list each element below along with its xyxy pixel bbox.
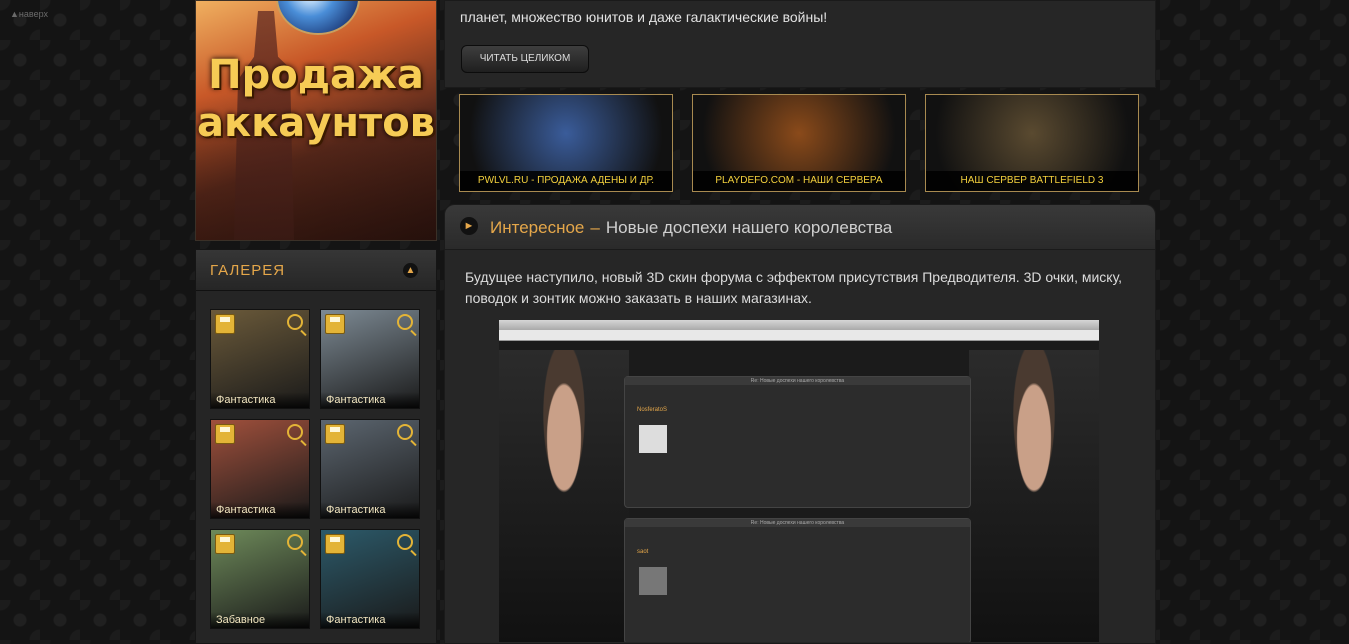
- news-category[interactable]: Интересное: [490, 218, 584, 237]
- screenshot-post-1-title: Re: Новые доспехи нашего королевства: [625, 377, 970, 385]
- read-more-button[interactable]: ЧИТАТЬ ЦЕЛИКОМ: [461, 45, 589, 73]
- screenshot-post-2: Re: Новые доспехи нашего королевства sao…: [624, 518, 971, 642]
- save-icon[interactable]: [325, 424, 345, 444]
- gallery-thumbnail[interactable]: Фантастика: [210, 309, 310, 409]
- save-icon[interactable]: [215, 314, 235, 334]
- zoom-icon[interactable]: [287, 534, 303, 550]
- gallery-header: ГАЛЕРЕЯ ▲: [196, 250, 436, 291]
- save-icon[interactable]: [325, 534, 345, 554]
- screenshot-post-2-nick: saot: [637, 549, 649, 555]
- screenshot-post-1: Re: Новые доспехи нашего королевства Nos…: [624, 376, 971, 508]
- partner-banner-caption: PWLVL.RU - ПРОДАЖА АДЕНЫ И ДР.: [460, 171, 672, 191]
- intro-text: планет, множество юнитов и даже галактич…: [460, 9, 828, 25]
- banner-title: Продажа аккаунтов: [196, 51, 436, 147]
- screenshot-face-right: [969, 350, 1099, 642]
- intro-news-block: планет, множество юнитов и даже галактич…: [444, 0, 1156, 88]
- news-title[interactable]: Интересное – Новые доспехи нашего королевс…: [490, 218, 892, 238]
- save-icon[interactable]: [215, 424, 235, 444]
- banner-orb-art: [276, 1, 360, 35]
- save-icon[interactable]: [215, 534, 235, 554]
- gallery-thumbnail-caption: Забавное: [211, 612, 309, 628]
- partner-banner-caption: PLAYDEFO.COM - НАШИ СЕРВЕРА LINEAGE2: [693, 171, 905, 191]
- screenshot-address-bar: [499, 330, 1099, 341]
- back-to-top-link[interactable]: ▲наверх: [10, 9, 48, 19]
- news-screenshot[interactable]: Re: Новые доспехи нашего королевства Nos…: [499, 320, 1099, 642]
- gallery-title: ГАЛЕРЕЯ: [210, 262, 286, 279]
- chevron-right-icon[interactable]: ►: [460, 217, 478, 235]
- partner-banner[interactable]: НАШ СЕРВЕР BATTLEFIELD 3: [925, 94, 1139, 192]
- gallery-thumbnail[interactable]: Фантастика: [320, 309, 420, 409]
- screenshot-post-1-nick: NosferatoS: [637, 407, 668, 413]
- chevron-up-icon[interactable]: ▲: [403, 263, 418, 278]
- gallery-thumbnail-caption: Фантастика: [321, 502, 419, 518]
- zoom-icon[interactable]: [397, 534, 413, 550]
- zoom-icon[interactable]: [287, 424, 303, 440]
- news-separator: –: [590, 218, 600, 237]
- gallery-thumbnail[interactable]: Фантастика: [320, 529, 420, 629]
- screenshot-post-1-avatar: [639, 425, 667, 453]
- gallery-thumbnail[interactable]: Забавное: [210, 529, 310, 629]
- zoom-icon[interactable]: [287, 314, 303, 330]
- screenshot-post-2-title: Re: Новые доспехи нашего королевства: [625, 519, 970, 527]
- gallery-thumbnail-caption: Фантастика: [321, 392, 419, 408]
- gallery-thumbnail[interactable]: Фантастика: [210, 419, 310, 519]
- gallery-thumbnail[interactable]: Фантастика: [320, 419, 420, 519]
- zoom-icon[interactable]: [397, 424, 413, 440]
- save-icon[interactable]: [325, 314, 345, 334]
- news-body: Будущее наступило, новый 3D скин форума …: [465, 269, 1123, 306]
- partner-banner[interactable]: PWLVL.RU - ПРОДАЖА АДЕНЫ И ДР.: [459, 94, 673, 192]
- gallery-thumbnail-caption: Фантастика: [321, 612, 419, 628]
- screenshot-face-left: [499, 350, 629, 642]
- banner-title-line1: Продажа: [208, 52, 424, 98]
- news-header: ► Интересное – Новые доспехи нашего короле…: [445, 205, 1155, 250]
- screenshot-post-2-avatar: [639, 567, 667, 595]
- zoom-icon[interactable]: [397, 314, 413, 330]
- screenshot-browser-tabs: [499, 320, 1099, 330]
- banner-title-line2: аккаунтов: [197, 100, 435, 146]
- gallery-thumbnail-caption: Фантастика: [211, 502, 309, 518]
- partner-banner-caption: НАШ СЕРВЕР BATTLEFIELD 3: [926, 171, 1138, 191]
- partner-banner[interactable]: PLAYDEFO.COM - НАШИ СЕРВЕРА LINEAGE2: [692, 94, 906, 192]
- accounts-sale-banner[interactable]: Продажа аккаунтов: [195, 0, 437, 241]
- news-headline[interactable]: Новые доспехи нашего королевства: [606, 218, 892, 237]
- gallery-thumbnail-caption: Фантастика: [211, 392, 309, 408]
